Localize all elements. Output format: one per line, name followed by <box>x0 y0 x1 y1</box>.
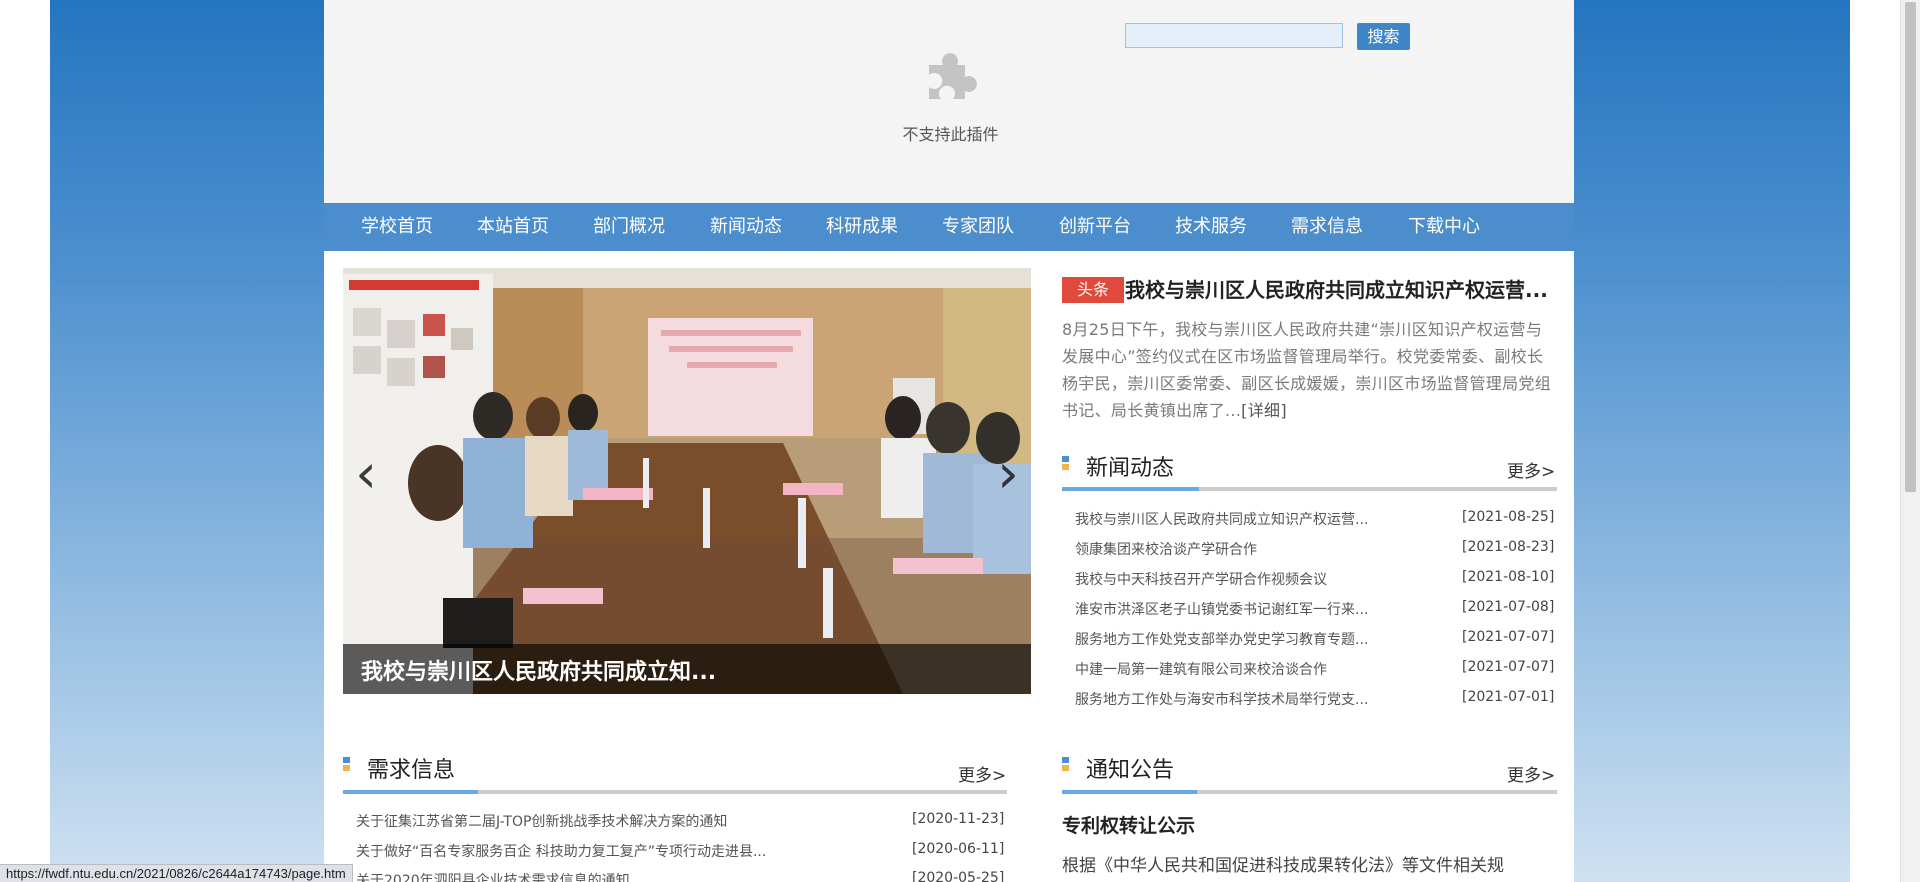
notice-text: 根据《中华人民共和国促进科技成果转化法》等文件相关规 <box>1062 856 1504 876</box>
news-list-item[interactable]: 服务地方工作处与海安市科学技术局举行党支... [2021-07-01] <box>1075 689 1557 709</box>
plugin-unsupported-message: 不支持此插件 <box>902 125 999 144</box>
news-section-title: 新闻动态 <box>1086 456 1175 481</box>
nav-item-technical-services[interactable]: 技术服务 <box>1156 203 1266 251</box>
news-item-date: [2021-08-25] <box>1462 509 1555 525</box>
demand-item-title: 关于2020年泗阳县企业技术需求信息的通知 <box>356 873 630 882</box>
section-marker-top <box>343 757 350 763</box>
nav-item-innovation-platform[interactable]: 创新平台 <box>1040 203 1150 251</box>
news-section-divider-accent <box>1062 487 1199 491</box>
nav-item-expert-team[interactable]: 专家团队 <box>923 203 1033 251</box>
nav-item-research-results[interactable]: 科研成果 <box>807 203 917 251</box>
nav-item-demand-info[interactable]: 需求信息 <box>1272 203 1382 251</box>
demand-list-item[interactable]: 关于2020年泗阳县企业技术需求信息的通知 [2020-05-25] <box>356 870 1007 882</box>
demand-item-date: [2020-11-23] <box>912 811 1005 827</box>
search-button[interactable]: 搜索 <box>1357 23 1410 50</box>
news-list-item[interactable]: 领康集团来校洽谈产学研合作 [2021-08-23] <box>1075 539 1557 559</box>
headline-badge: 头条 <box>1062 277 1124 303</box>
section-marker-bottom <box>1062 765 1069 771</box>
nav-item-download-center[interactable]: 下载中心 <box>1389 203 1499 251</box>
news-item-date: [2021-07-01] <box>1462 689 1555 705</box>
demand-item-date: [2020-06-11] <box>912 841 1005 857</box>
section-marker-top <box>1062 456 1069 462</box>
section-marker-bottom <box>1062 464 1069 470</box>
notice-more-link[interactable]: 更多> <box>1507 761 1555 786</box>
notice-headline-link[interactable]: 专利权转让公示 <box>1062 811 1195 838</box>
news-list-item[interactable]: 中建一局第一建筑有限公司来校洽谈合作 [2021-07-07] <box>1075 659 1557 679</box>
news-list-item[interactable]: 淮安市洪泽区老子山镇党委书记谢红军一行来... [2021-07-08] <box>1075 599 1557 619</box>
headline-detail-link[interactable]: [详细] <box>1241 401 1287 420</box>
news-item-title: 服务地方工作处与海安市科学技术局举行党支... <box>1075 692 1369 708</box>
headline-title-link[interactable]: 我校与崇川区人民政府共同成立知识产权运营... <box>1125 277 1565 303</box>
notice-section-divider-accent <box>1062 790 1197 794</box>
demand-item-date: [2020-05-25] <box>912 870 1005 882</box>
headline-summary: 8月25日下午，我校与崇川区人民政府共建“崇川区知识产权运营与发展中心”签约仪式… <box>1062 316 1558 424</box>
demand-list-item[interactable]: 关于征集江苏省第二届J-TOP创新挑战季技术解决方案的通知 [2020-11-23… <box>356 811 1007 831</box>
news-item-title: 中建一局第一建筑有限公司来校洽谈合作 <box>1075 662 1327 678</box>
demand-section-divider-accent <box>343 790 478 794</box>
news-item-date: [2021-07-07] <box>1462 659 1555 675</box>
puzzle-piece-icon <box>929 53 977 99</box>
news-item-title: 我校与崇川区人民政府共同成立知识产权运营... <box>1075 512 1369 528</box>
section-marker-top <box>1062 757 1069 763</box>
status-bar-url: https://fwdf.ntu.edu.cn/2021/0826/c2644a… <box>0 864 353 882</box>
nav-item-department-overview[interactable]: 部门概况 <box>574 203 684 251</box>
news-slider[interactable]: ‹ › 我校与崇川区人民政府共同成立知... <box>343 268 1031 694</box>
news-item-date: [2021-07-07] <box>1462 629 1555 645</box>
chevron-right-icon[interactable]: › <box>990 446 1026 502</box>
search-input[interactable] <box>1125 23 1343 48</box>
header-banner: 不支持此插件 搜索 <box>324 0 1574 203</box>
scrollbar-thumb[interactable] <box>1905 2 1916 492</box>
nav-item-site-home[interactable]: 本站首页 <box>458 203 568 251</box>
news-item-title: 领康集团来校洽谈产学研合作 <box>1075 542 1257 558</box>
news-item-date: [2021-07-08] <box>1462 599 1555 615</box>
notice-section-title: 通知公告 <box>1086 758 1175 783</box>
slider-caption[interactable]: 我校与崇川区人民政府共同成立知... <box>361 654 716 686</box>
news-list-item[interactable]: 我校与崇川区人民政府共同成立知识产权运营... [2021-08-25] <box>1075 509 1557 529</box>
news-list-item[interactable]: 服务地方工作处党支部举办党史学习教育专题... [2021-07-07] <box>1075 629 1557 649</box>
nav-item-school-home[interactable]: 学校首页 <box>342 203 452 251</box>
demand-item-title: 关于征集江苏省第二届J-TOP创新挑战季技术解决方案的通知 <box>356 814 728 830</box>
nav-item-news[interactable]: 新闻动态 <box>691 203 801 251</box>
news-list-item[interactable]: 我校与中天科技召开产学研合作视频会议 [2021-08-10] <box>1075 569 1557 589</box>
section-marker-bottom <box>343 765 350 771</box>
news-item-title: 淮安市洪泽区老子山镇党委书记谢红军一行来... <box>1075 602 1369 618</box>
demand-list-item[interactable]: 关于做好“百名专家服务百企 科技助力复工复产”专项行动走进县... [2020-0… <box>356 841 1007 861</box>
demand-section-title: 需求信息 <box>367 758 456 783</box>
news-item-title: 我校与中天科技召开产学研合作视频会议 <box>1075 572 1327 588</box>
headline-summary-text: 8月25日下午，我校与崇川区人民政府共建“崇川区知识产权运营与发展中心”签约仪式… <box>1062 320 1552 420</box>
news-more-link[interactable]: 更多> <box>1507 457 1555 482</box>
vertical-scrollbar[interactable] <box>1900 0 1920 882</box>
main-nav: 学校首页 本站首页 部门概况 新闻动态 科研成果 专家团队 创新平台 技术服务 … <box>324 203 1574 251</box>
meeting-room-photo <box>343 268 1031 694</box>
news-item-date: [2021-08-23] <box>1462 539 1555 555</box>
news-item-title: 服务地方工作处党支部举办党史学习教育专题... <box>1075 632 1369 648</box>
chevron-left-icon[interactable]: ‹ <box>348 446 384 502</box>
news-item-date: [2021-08-10] <box>1462 569 1555 585</box>
demand-item-title: 关于做好“百名专家服务百企 科技助力复工复产”专项行动走进县... <box>356 844 767 860</box>
page-container: 不支持此插件 搜索 学校首页 本站首页 部门概况 新闻动态 科研成果 专家团队 … <box>324 0 1574 882</box>
demand-more-link[interactable]: 更多> <box>958 761 1006 786</box>
